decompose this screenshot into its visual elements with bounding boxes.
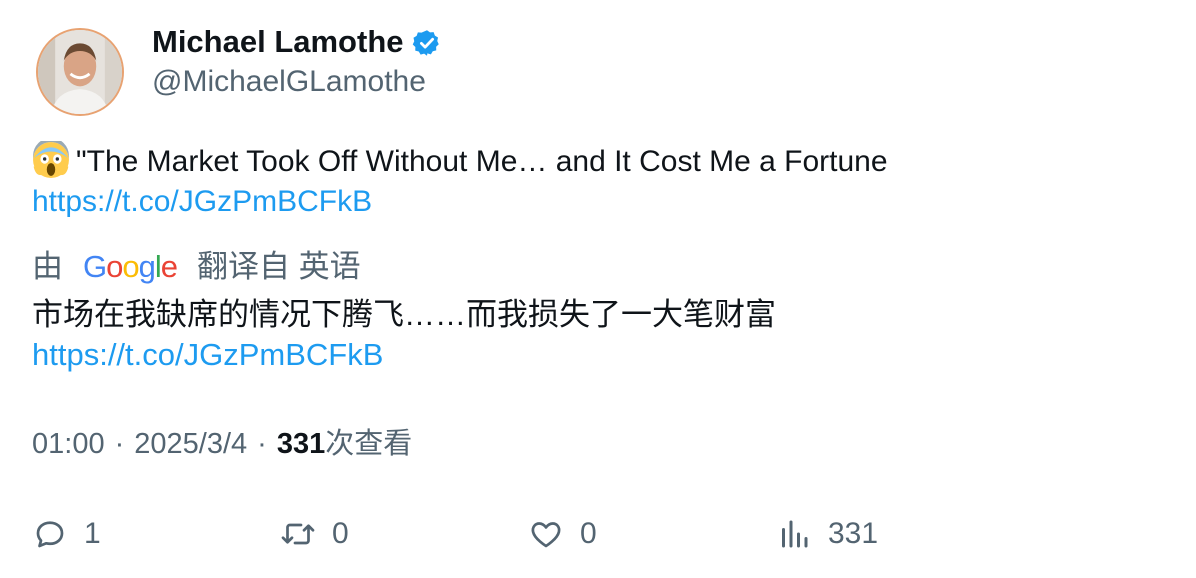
tweet-text: "The Market Took Off Without Me… and It …: [76, 145, 888, 178]
tweet-date[interactable]: 2025/3/4: [134, 424, 247, 464]
translated-text: 市场在我缺席的情况下腾飞……而我损失了一大笔财富: [32, 297, 776, 332]
tweet-time[interactable]: 01:00: [32, 424, 105, 464]
tweet-text-line: "The Market Took Off Without Me… and It …: [32, 141, 1162, 182]
tweet-metadata: 01:00 · 2025/3/4 · 331 次查看: [32, 424, 412, 464]
like-count: 0: [580, 517, 597, 550]
reply-button[interactable]: 1: [32, 506, 101, 562]
verified-badge-icon[interactable]: [412, 28, 442, 58]
retweet-icon: [281, 523, 315, 545]
tweet-actions-bar: 1 0 0 331: [0, 506, 1196, 562]
avatar-photo: [38, 30, 122, 114]
translation-attribution: 由 Google 翻译自 英语: [32, 245, 361, 289]
meta-separator: ·: [257, 428, 267, 460]
views-label: 次查看: [325, 428, 413, 460]
face-screaming-in-fear-icon: [33, 141, 69, 178]
author-name-row: Michael Lamothe: [152, 22, 442, 62]
translation-suffix: 翻译自 英语: [197, 249, 361, 284]
retweet-button[interactable]: 0: [280, 506, 349, 562]
translated-body: 市场在我缺席的情况下腾飞……而我损失了一大笔财富 https://t.co/JG…: [32, 294, 1162, 374]
google-logo[interactable]: Google: [83, 245, 178, 289]
author-display-name[interactable]: Michael Lamothe: [152, 22, 404, 62]
reply-icon: [36, 521, 64, 548]
heart-icon: [531, 522, 561, 548]
tweet-body: "The Market Took Off Without Me… and It …: [32, 141, 1162, 222]
meta-separator: ·: [114, 428, 125, 460]
like-button[interactable]: 0: [528, 506, 597, 562]
views-count: 331: [276, 428, 326, 460]
reply-count: 1: [84, 517, 101, 550]
avatar[interactable]: [36, 28, 124, 116]
views-button[interactable]: 331: [776, 506, 878, 562]
analytics-bar-chart-icon: [782, 520, 808, 548]
translation-prefix: 由: [32, 249, 63, 284]
views-action-count: 331: [828, 517, 879, 550]
retweet-count: 0: [332, 517, 349, 550]
translated-link[interactable]: https://t.co/JGzPmBCFkB: [32, 336, 1162, 374]
tweet-link[interactable]: https://t.co/JGzPmBCFkB: [32, 182, 1162, 222]
author-handle[interactable]: @MichaelGLamothe: [152, 62, 426, 102]
